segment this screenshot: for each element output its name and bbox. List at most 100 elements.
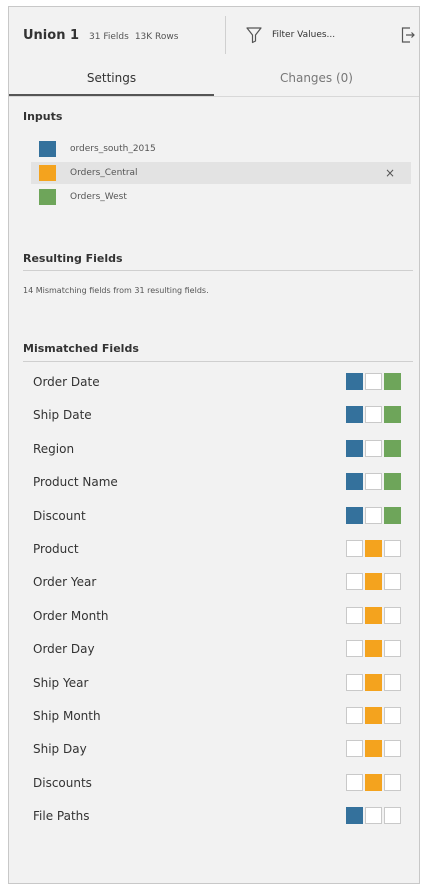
mismatched-field-row[interactable]: Discounts (33, 771, 411, 795)
presence-cell-filled (346, 506, 363, 524)
mismatched-field-row[interactable]: Region (33, 437, 411, 461)
input-color-swatch (39, 141, 56, 157)
presence-cell-empty (346, 640, 363, 658)
mismatched-field-row[interactable]: Order Month (33, 604, 411, 628)
presence-cell-filled (346, 807, 363, 825)
presence-cell-filled (346, 406, 363, 424)
presence-cell-empty (365, 406, 382, 424)
tab-divider (9, 96, 419, 97)
tab-settings[interactable]: Settings (9, 63, 214, 97)
field-presence-indicator (344, 673, 401, 691)
input-item-orders-west[interactable]: Orders_West (31, 186, 411, 208)
field-presence-indicator (344, 373, 401, 390)
field-presence-indicator (344, 807, 401, 825)
presence-cell-filled (365, 540, 382, 557)
presence-cell-empty (384, 807, 401, 825)
presence-cell-empty (384, 640, 401, 658)
field-name: Ship Year (33, 675, 89, 690)
presence-cell-empty (384, 673, 401, 691)
union-settings-panel: Union 1 31 Fields 13K Rows Filter Values… (8, 6, 420, 884)
header-divider (225, 16, 226, 54)
remove-input-icon[interactable]: × (385, 166, 395, 180)
field-presence-indicator (344, 473, 401, 491)
mismatched-field-row[interactable]: Product (33, 537, 411, 561)
filter-values-button[interactable]: Filter Values... (246, 26, 335, 44)
presence-cell-empty (346, 773, 363, 791)
step-summary: Union 1 31 Fields 13K Rows (9, 28, 219, 43)
presence-cell-empty (346, 573, 363, 591)
presence-cell-empty (384, 707, 401, 724)
field-presence-indicator (344, 640, 401, 658)
presence-cell-empty (384, 573, 401, 591)
presence-cell-filled (365, 640, 382, 658)
presence-cell-empty (384, 773, 401, 791)
mismatched-field-row[interactable]: Ship Month (33, 704, 411, 728)
presence-cell-empty (365, 373, 382, 390)
field-name: Order Day (33, 642, 95, 657)
input-item-label: Orders_West (70, 192, 127, 202)
field-name: Ship Month (33, 709, 101, 723)
input-item-orders-south-2015[interactable]: orders_south_2015 (31, 138, 411, 160)
presence-cell-empty (384, 606, 401, 624)
field-name: Ship Day (33, 742, 87, 757)
presence-cell-filled (346, 373, 363, 390)
mismatched-field-row[interactable]: Discount (33, 504, 411, 528)
mismatched-fields-divider (23, 361, 413, 362)
mismatched-field-row[interactable]: Order Year (33, 570, 411, 594)
presence-cell-filled (365, 573, 382, 591)
input-item-orders-central[interactable]: Orders_Central × (31, 162, 411, 184)
tab-changes[interactable]: Changes (0) (214, 63, 419, 97)
resulting-fields-divider (23, 270, 413, 271)
presence-cell-empty (384, 540, 401, 557)
presence-cell-filled (346, 473, 363, 491)
presence-cell-filled (365, 740, 382, 758)
presence-cell-filled (365, 707, 382, 724)
field-name: Order Year (33, 575, 97, 590)
filter-values-label: Filter Values... (272, 30, 336, 40)
mismatched-field-row[interactable]: Ship Year (33, 671, 411, 695)
presence-cell-empty (346, 540, 363, 557)
presence-cell-filled (384, 506, 401, 524)
field-name: Ship Date (33, 408, 92, 423)
fields-count: 31 Fields (89, 31, 129, 42)
mismatched-field-row[interactable]: Order Date (33, 370, 411, 394)
presence-cell-filled (384, 439, 401, 457)
field-presence-indicator (344, 707, 401, 724)
field-presence-indicator (344, 606, 401, 624)
rows-count: 13K Rows (134, 31, 179, 42)
field-presence-indicator (344, 773, 401, 791)
mismatched-field-row[interactable]: Order Day (33, 637, 411, 661)
inputs-heading: Inputs (23, 110, 63, 123)
field-presence-indicator (344, 540, 401, 557)
step-title: Union 1 (23, 27, 80, 43)
mismatched-field-row[interactable]: Ship Day (33, 737, 411, 761)
field-presence-indicator (344, 740, 401, 758)
presence-cell-filled (384, 373, 401, 390)
input-item-label: orders_south_2015 (70, 144, 156, 154)
field-name: Order Month (33, 608, 109, 623)
mismatched-fields-heading: Mismatched Fields (23, 342, 139, 355)
field-name: File Paths (33, 809, 90, 824)
resulting-fields-summary: 14 Mismatching fields from 31 resulting … (23, 286, 209, 295)
field-name: Discounts (33, 775, 92, 790)
mismatched-field-row[interactable]: Product Name (33, 470, 411, 494)
presence-cell-filled (346, 439, 363, 457)
field-presence-indicator (344, 573, 401, 591)
presence-cell-filled (365, 673, 382, 691)
presence-cell-empty (346, 606, 363, 624)
export-icon[interactable] (401, 27, 415, 43)
presence-cell-empty (365, 473, 382, 491)
input-item-label: Orders_Central (70, 168, 138, 178)
field-presence-indicator (344, 439, 401, 457)
presence-cell-filled (384, 473, 401, 491)
presence-cell-filled (384, 406, 401, 424)
presence-cell-empty (346, 740, 363, 758)
filter-icon (246, 27, 262, 44)
presence-cell-empty (346, 707, 363, 724)
mismatched-field-row[interactable]: Ship Date (33, 403, 411, 427)
mismatched-field-row[interactable]: File Paths (33, 804, 411, 828)
presence-cell-empty (365, 439, 382, 457)
input-color-swatch (39, 189, 56, 205)
field-name: Product (33, 542, 79, 556)
presence-cell-filled (365, 773, 382, 791)
